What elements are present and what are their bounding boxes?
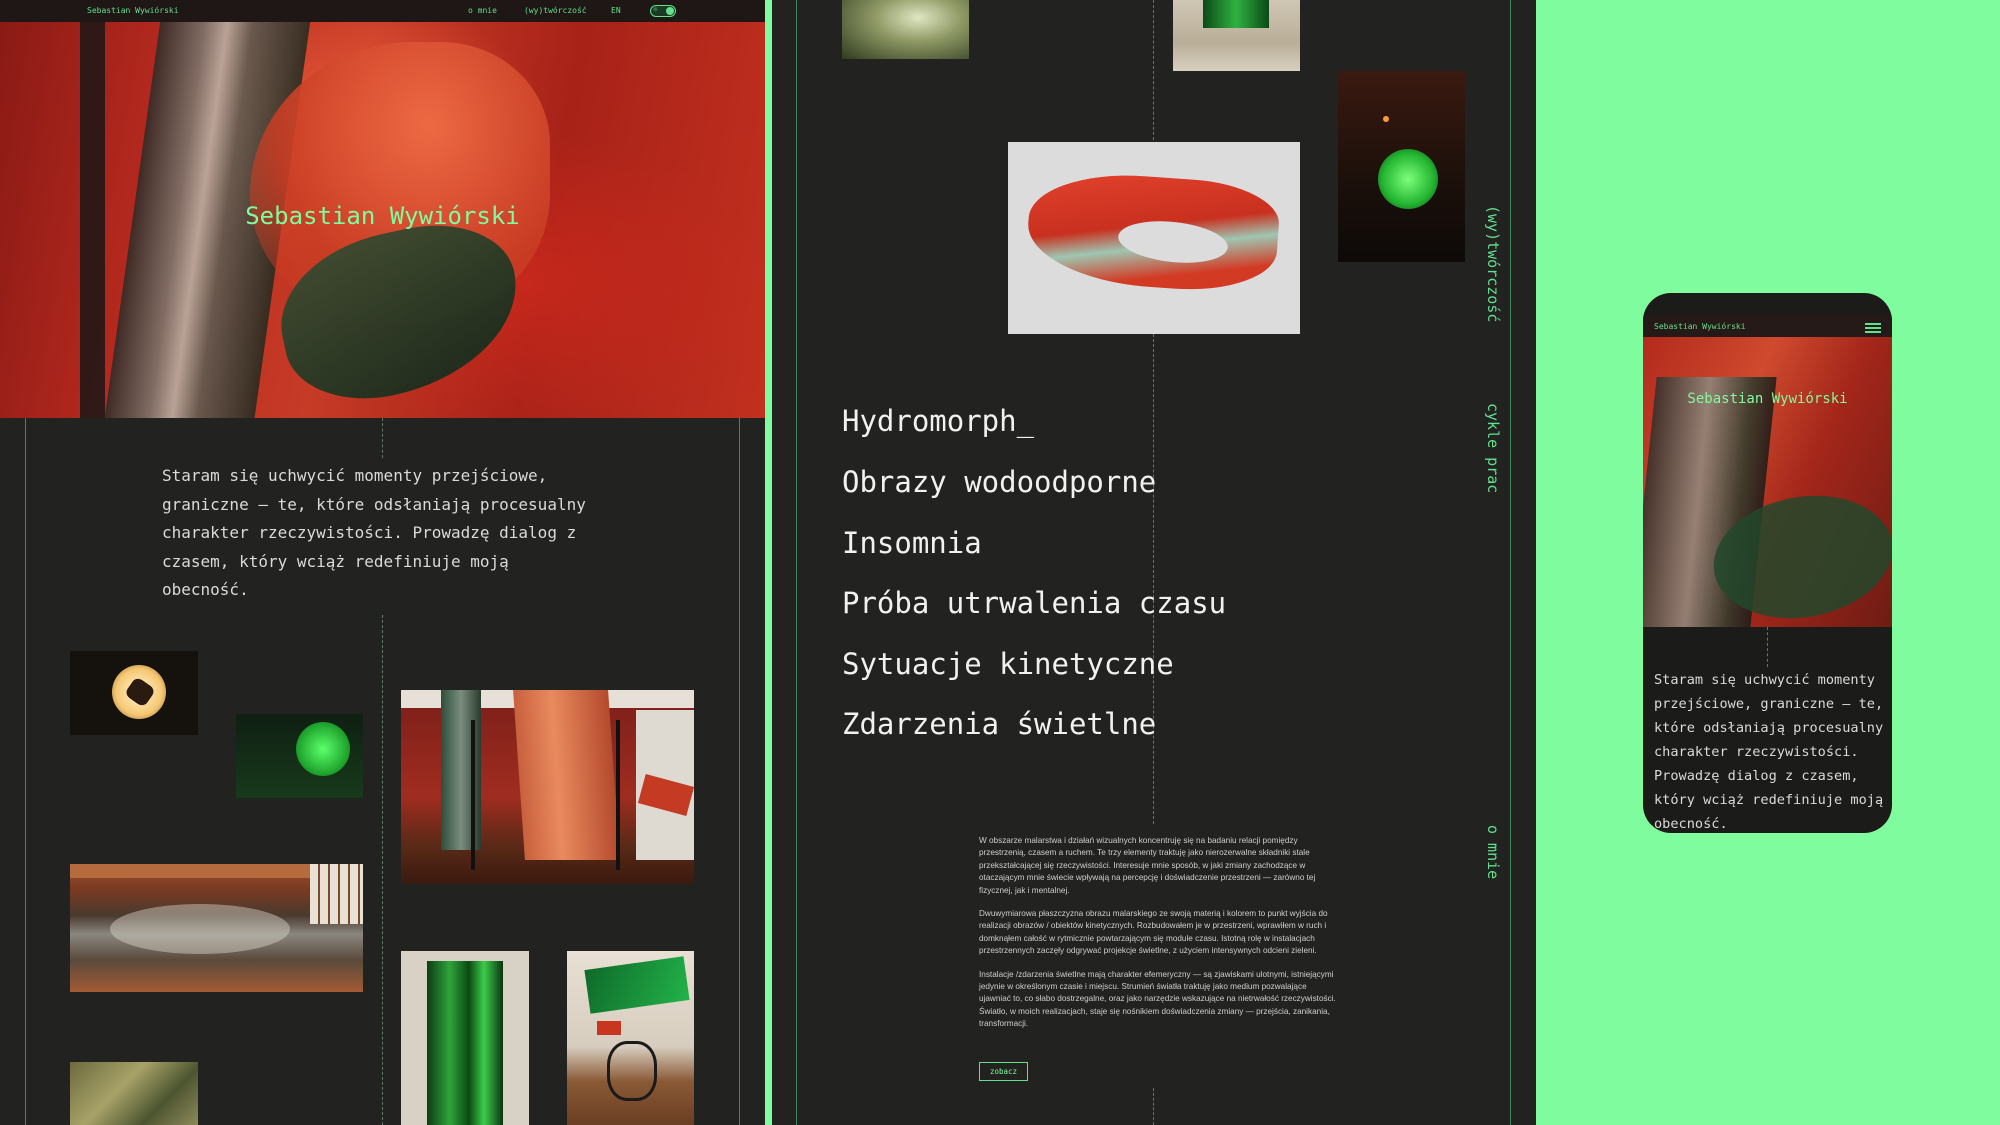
work-link-insomnia[interactable]: Insomnia <box>842 526 982 560</box>
mobile-brand-link[interactable]: Sebastian Wywiórski <box>1654 322 1746 331</box>
language-switch[interactable]: EN <box>611 6 621 15</box>
side-label-tworczosc[interactable]: (wy)twórczość <box>1484 205 1502 322</box>
see-more-button[interactable]: zobacz <box>979 1062 1028 1081</box>
about-paragraph: Instalacje /zdarzenia świetlne mają char… <box>979 969 1336 1029</box>
hero-title: Sebastian Wywiórski <box>245 202 520 230</box>
gallery-thumb-green-panel[interactable] <box>401 951 529 1125</box>
nav-item-tworczosc[interactable]: (wy)twórczość <box>524 6 587 15</box>
right-border-line <box>739 418 740 1125</box>
nav-item-o-mnie[interactable]: o mnie <box>468 6 497 15</box>
gallery-thumb-moon[interactable] <box>70 651 198 735</box>
gallery-thumb-installation-red[interactable] <box>401 690 694 884</box>
brand-link[interactable]: Sebastian Wywiórski <box>87 6 179 15</box>
about-paragraph: Dwuwymiarowa płaszczyzna obrazu malarski… <box>979 909 1328 956</box>
works-thumb-smoke[interactable] <box>842 0 969 59</box>
mobile-hero-image <box>1643 337 1892 627</box>
mid-left-border-line <box>796 0 797 1125</box>
works-thumb-dark-corridor[interactable] <box>1338 71 1465 262</box>
intro-text: Staram się uchwycić momenty przejściowe,… <box>162 466 586 599</box>
mid-right-border-line <box>1510 0 1511 1125</box>
center-dash-top <box>382 418 383 458</box>
work-link-proba-utrwalenia-czasu[interactable]: Próba utrwalenia czasu <box>842 586 1226 620</box>
center-dash <box>382 615 383 1125</box>
theme-toggle[interactable]: ☼ <box>650 5 676 17</box>
gallery-thumb-green-circle[interactable] <box>236 714 363 798</box>
work-link-zdarzenia-swietlne[interactable]: Zdarzenia świetlne <box>842 707 1156 741</box>
works-featured-image[interactable] <box>1008 142 1300 334</box>
mobile-center-dash <box>1767 627 1768 667</box>
mid-center-dash <box>1153 334 1154 824</box>
gallery-thumb-water-box[interactable] <box>70 864 363 992</box>
moon-icon <box>666 7 674 15</box>
about-text: W obszarze malarstwa i działań wizualnyc… <box>979 835 1337 1042</box>
side-label-cykle-prac[interactable]: cykle prac <box>1484 403 1502 493</box>
mid-center-dash-top <box>1153 0 1154 140</box>
desktop-home-panel: Sebastian Wywiórski o mnie (wy)twórczość… <box>0 0 765 1125</box>
side-label-o-mnie[interactable]: o mnie <box>1484 825 1502 879</box>
mobile-mockup: Sebastian Wywiórski Sebastian Wywiórski … <box>1643 293 1892 833</box>
mobile-intro-text: Staram się uchwycić momenty przejściowe,… <box>1654 672 1884 832</box>
mid-center-dash-bottom <box>1153 1088 1154 1125</box>
gallery-thumb-foliage[interactable] <box>70 1062 198 1125</box>
work-link-sytuacje-kinetyczne[interactable]: Sytuacje kinetyczne <box>842 647 1174 681</box>
sun-icon: ☼ <box>653 5 658 14</box>
gallery-thumb-kinetic-room[interactable] <box>567 951 694 1125</box>
work-link-hydromorph[interactable]: Hydromorph_ <box>842 404 1034 438</box>
work-link-obrazy-wodoodporne[interactable]: Obrazy wodoodporne <box>842 465 1156 499</box>
works-thumb-green-panel-top[interactable] <box>1173 0 1300 71</box>
top-nav-bar: Sebastian Wywiórski o mnie (wy)twórczość… <box>0 0 765 22</box>
left-border-line <box>25 418 26 1125</box>
hamburger-menu-icon[interactable] <box>1865 323 1881 333</box>
mobile-hero-title: Sebastian Wywiórski <box>1687 391 1848 407</box>
about-paragraph: W obszarze malarstwa i działań wizualnyc… <box>979 836 1316 895</box>
panel-divider <box>765 0 772 1125</box>
